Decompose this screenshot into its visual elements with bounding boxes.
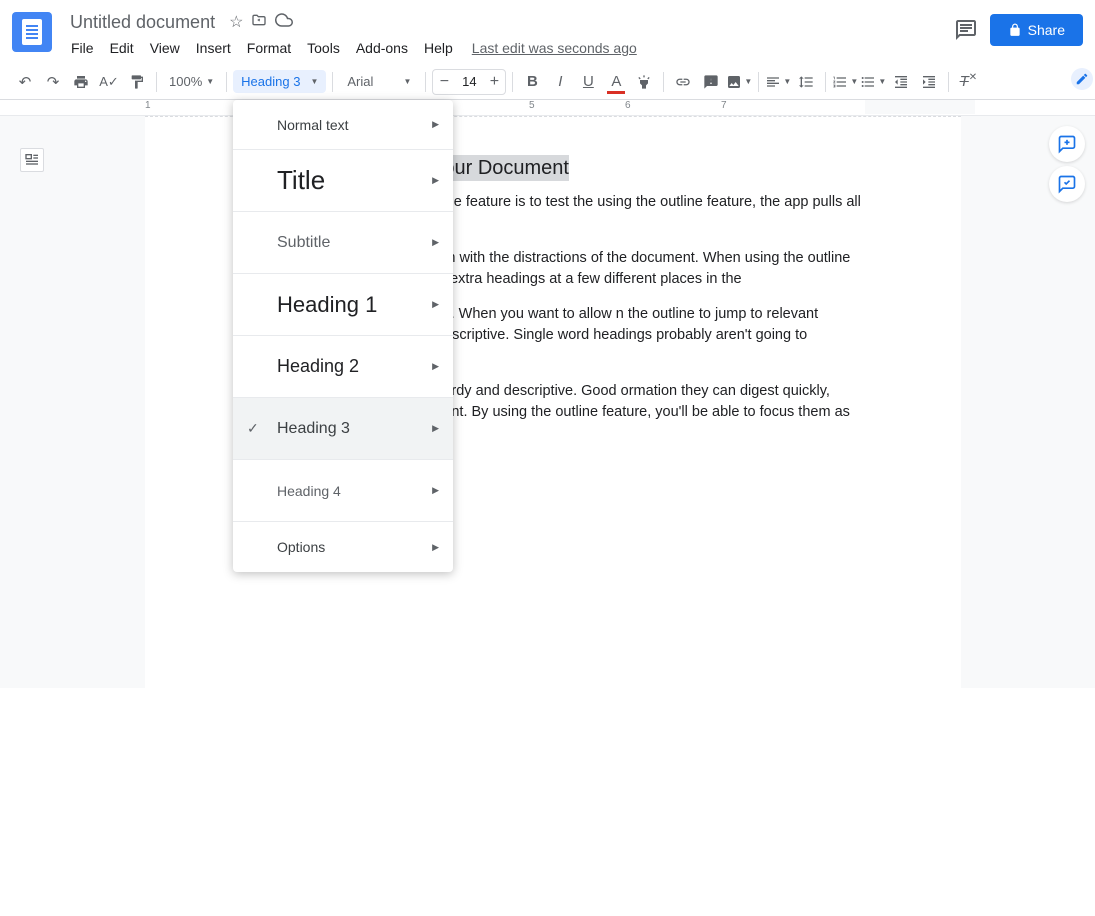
submenu-arrow-icon: ▶ <box>432 361 439 372</box>
italic-button[interactable]: I <box>547 69 573 95</box>
cloud-status-icon[interactable] <box>275 11 293 34</box>
menu-format[interactable]: Format <box>240 36 298 60</box>
toolbar: ↶ ↷ A✓ 100%▼ Heading 3▼ Arial▼ − 14 + B … <box>0 64 1095 100</box>
style-option-label: Subtitle <box>277 234 330 252</box>
last-edit-link[interactable]: Last edit was seconds ago <box>472 40 637 56</box>
submenu-arrow-icon: ▶ <box>432 299 439 310</box>
ruler-mark: 5 <box>529 100 535 111</box>
menu-tools[interactable]: Tools <box>300 36 347 60</box>
move-icon[interactable] <box>251 12 267 33</box>
paint-format-button[interactable] <box>124 69 150 95</box>
style-option-label: Heading 3 <box>277 420 350 438</box>
style-option-heading-2[interactable]: Heading 2 ▶ <box>233 336 453 398</box>
submenu-arrow-icon: ▶ <box>432 237 439 248</box>
style-option-label: Title <box>277 165 325 196</box>
menu-insert[interactable]: Insert <box>189 36 238 60</box>
style-option-subtitle[interactable]: Subtitle ▶ <box>233 212 453 274</box>
bulleted-list-button[interactable]: ▼ <box>860 69 886 95</box>
insert-link-button[interactable] <box>670 69 696 95</box>
app-header: Untitled document ☆ FileEditViewInsertFo… <box>0 0 1095 64</box>
font-select[interactable]: Arial▼ <box>339 70 419 93</box>
highlight-button[interactable] <box>631 69 657 95</box>
spellcheck-button[interactable]: A✓ <box>96 69 122 95</box>
increase-indent-button[interactable] <box>916 69 942 95</box>
style-option-label: Options <box>277 539 325 555</box>
style-option-label: Heading 4 <box>277 483 341 499</box>
style-option-title[interactable]: Title ▶ <box>233 150 453 212</box>
add-comment-button[interactable] <box>698 69 724 95</box>
submenu-arrow-icon: ▶ <box>432 542 439 553</box>
ruler-mark: 7 <box>721 100 727 111</box>
redo-button[interactable]: ↷ <box>40 69 66 95</box>
ruler[interactable]: 1234567 <box>0 100 1095 116</box>
menu-file[interactable]: File <box>64 36 101 60</box>
decrease-indent-button[interactable] <box>888 69 914 95</box>
paragraph-style-dropdown: Normal text▶Title▶Subtitle▶Heading 1▶Hea… <box>233 100 453 572</box>
share-button[interactable]: Share <box>990 14 1083 46</box>
zoom-select[interactable]: 100%▼ <box>163 70 220 93</box>
ruler-mark: 6 <box>625 100 631 111</box>
style-option-heading-1[interactable]: Heading 1 ▶ <box>233 274 453 336</box>
outline-toggle-button[interactable] <box>20 148 44 172</box>
clear-formatting-button[interactable]: T✕ <box>955 69 981 95</box>
menu-add-ons[interactable]: Add-ons <box>349 36 415 60</box>
share-label: Share <box>1028 22 1065 38</box>
ruler-mark: 1 <box>145 100 151 111</box>
check-icon: ✓ <box>247 420 259 437</box>
style-option-label: Heading 1 <box>277 292 377 318</box>
bold-button[interactable]: B <box>519 69 545 95</box>
font-size-decrease[interactable]: − <box>433 70 455 94</box>
line-spacing-button[interactable] <box>793 69 819 95</box>
submenu-arrow-icon: ▶ <box>432 423 439 434</box>
canvas-area: e the Organization of Your Document ns t… <box>0 116 1095 688</box>
submenu-arrow-icon: ▶ <box>432 175 439 186</box>
submenu-arrow-icon: ▶ <box>432 485 439 496</box>
open-comments-icon[interactable] <box>954 18 978 42</box>
menu-help[interactable]: Help <box>417 36 460 60</box>
star-icon[interactable]: ☆ <box>229 12 243 32</box>
add-comment-side-button[interactable] <box>1049 126 1085 162</box>
docs-logo-icon[interactable] <box>12 12 52 52</box>
menubar: FileEditViewInsertFormatToolsAdd-onsHelp… <box>64 36 954 60</box>
font-size-value[interactable]: 14 <box>455 74 483 89</box>
menu-view[interactable]: View <box>143 36 187 60</box>
text-color-button[interactable]: A <box>603 69 629 95</box>
font-size-box: − 14 + <box>432 69 506 95</box>
lock-icon <box>1008 23 1022 37</box>
align-button[interactable]: ▼ <box>765 69 791 95</box>
paragraph-style-select[interactable]: Heading 3▼ <box>233 70 326 93</box>
style-option-heading-3[interactable]: ✓ Heading 3 ▶ <box>233 398 453 460</box>
print-button[interactable] <box>68 69 94 95</box>
submenu-arrow-icon: ▶ <box>432 119 439 130</box>
numbered-list-button[interactable]: ▼ <box>832 69 858 95</box>
insert-image-button[interactable]: ▼ <box>726 69 752 95</box>
style-option-label: Heading 2 <box>277 356 359 377</box>
document-title[interactable]: Untitled document <box>64 10 221 35</box>
underline-button[interactable]: U <box>575 69 601 95</box>
style-option-normal-text[interactable]: Normal text ▶ <box>233 100 453 150</box>
editing-mode-button[interactable] <box>1071 68 1093 90</box>
style-option-options[interactable]: Options ▶ <box>233 522 453 572</box>
undo-button[interactable]: ↶ <box>12 69 38 95</box>
style-option-label: Normal text <box>277 117 349 133</box>
font-size-increase[interactable]: + <box>483 70 505 94</box>
suggest-edits-side-button[interactable] <box>1049 166 1085 202</box>
style-option-heading-4[interactable]: Heading 4 ▶ <box>233 460 453 522</box>
menu-edit[interactable]: Edit <box>103 36 141 60</box>
